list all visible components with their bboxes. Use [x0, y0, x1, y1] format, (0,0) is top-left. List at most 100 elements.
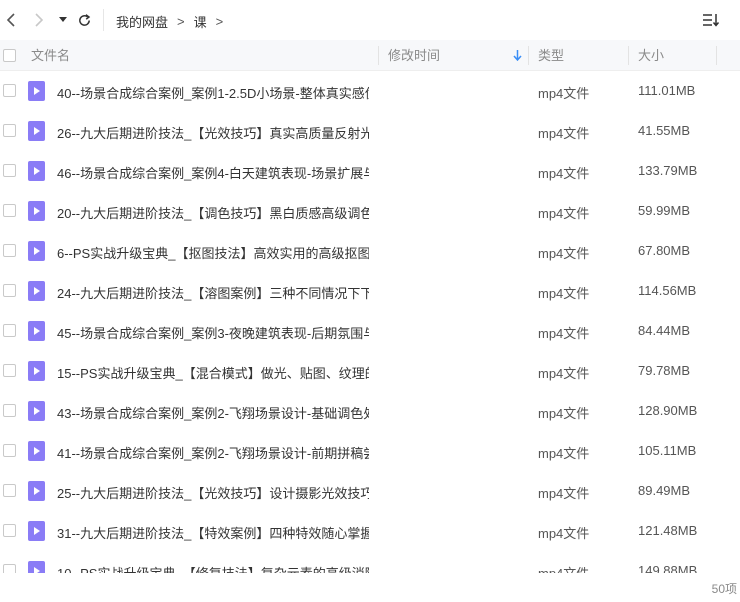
file-size: 67.80MB — [638, 243, 691, 258]
file-name[interactable]: 15--PS实战升级宝典_【混合模式】做光、贴图、纹理的... — [57, 363, 369, 382]
forward-button[interactable] — [30, 10, 48, 30]
row-checkbox[interactable] — [3, 404, 16, 417]
column-header: 文件名 修改时间 类型 大小 — [0, 40, 740, 71]
video-file-icon — [28, 241, 45, 261]
history-dropdown-button[interactable] — [56, 10, 70, 30]
sort-icon — [703, 14, 720, 27]
file-name[interactable]: 31--九大后期进阶技法_【特效案例】四种特效随心掌握_... — [57, 523, 369, 542]
row-checkbox[interactable] — [3, 124, 16, 137]
row-checkbox[interactable] — [3, 484, 16, 497]
file-row[interactable]: 46--场景合成综合案例_案例4-白天建筑表现-场景扩展与... mp4文件 1… — [0, 151, 740, 191]
file-name[interactable]: 20--九大后期进阶技法_【调色技巧】黑白质感高级调色_... — [57, 203, 369, 222]
file-name[interactable]: 46--场景合成综合案例_案例4-白天建筑表现-场景扩展与... — [57, 163, 369, 182]
breadcrumb-separator: > — [177, 14, 185, 29]
file-row[interactable]: 43--场景合成综合案例_案例2-飞翔场景设计-基础调色处... mp4文件 1… — [0, 391, 740, 431]
file-size: 133.79MB — [638, 163, 698, 178]
chevron-right-icon — [35, 13, 44, 27]
file-name[interactable]: 40--场景合成综合案例_案例1-2.5D小场景-整体真实感优... — [57, 83, 369, 102]
breadcrumb-item-current[interactable]: 课 — [194, 12, 207, 31]
file-type: mp4文件 — [538, 166, 590, 181]
file-type: mp4文件 — [538, 246, 590, 261]
row-checkbox[interactable] — [3, 364, 16, 377]
row-checkbox[interactable] — [3, 204, 16, 217]
video-file-icon — [28, 521, 45, 541]
file-type: mp4文件 — [538, 563, 589, 573]
video-file-icon — [28, 401, 45, 421]
file-type: mp4文件 — [538, 486, 590, 501]
file-size: 59.99MB — [638, 203, 691, 218]
file-row[interactable]: 10--PS实战升级宝典_【修复技法】复杂元素的高级消除... mp4文件 14… — [0, 551, 740, 573]
column-type[interactable]: 类型 — [538, 40, 564, 71]
row-checkbox[interactable] — [3, 564, 16, 573]
column-name[interactable]: 文件名 — [31, 40, 70, 71]
file-row[interactable]: 6--PS实战升级宝典_【抠图技法】高效实用的高级抠图_e... mp4文件 6… — [0, 231, 740, 271]
file-size: 111.01MB — [638, 83, 696, 98]
row-checkbox[interactable] — [3, 324, 16, 337]
file-type: mp4文件 — [538, 206, 590, 221]
chevron-left-icon — [6, 13, 15, 27]
file-list: 40--场景合成综合案例_案例1-2.5D小场景-整体真实感优... mp4文件… — [0, 71, 740, 573]
refresh-icon — [78, 13, 90, 26]
back-button[interactable] — [2, 10, 20, 30]
file-size: 105.11MB — [638, 443, 697, 458]
file-row[interactable]: 31--九大后期进阶技法_【特效案例】四种特效随心掌握_... mp4文件 12… — [0, 511, 740, 551]
breadcrumb: 我的网盘 > 课 > — [116, 12, 223, 31]
file-type: mp4文件 — [538, 446, 590, 461]
file-size: 79.78MB — [638, 363, 691, 378]
file-size: 89.49MB — [638, 483, 691, 498]
file-row[interactable]: 20--九大后期进阶技法_【调色技巧】黑白质感高级调色_... mp4文件 59… — [0, 191, 740, 231]
file-size: 149.88MB — [638, 563, 698, 573]
row-checkbox[interactable] — [3, 284, 16, 297]
file-size: 121.48MB — [638, 523, 698, 538]
row-checkbox[interactable] — [3, 84, 16, 97]
file-row[interactable]: 15--PS实战升级宝典_【混合模式】做光、贴图、纹理的... mp4文件 79… — [0, 351, 740, 391]
video-file-icon — [28, 441, 45, 461]
row-checkbox[interactable] — [3, 524, 16, 537]
video-file-icon — [28, 361, 45, 381]
toolbar-divider — [103, 9, 104, 31]
file-name[interactable]: 26--九大后期进阶技法_【光效技巧】真实高质量反射光... — [57, 123, 369, 142]
video-file-icon — [28, 481, 45, 501]
file-type: mp4文件 — [538, 326, 590, 341]
column-divider[interactable] — [528, 46, 529, 65]
column-divider[interactable] — [628, 46, 629, 65]
file-name[interactable]: 25--九大后期进阶技法_【光效技巧】设计摄影光效技巧... — [57, 483, 369, 502]
row-checkbox[interactable] — [3, 444, 16, 457]
row-checkbox[interactable] — [3, 164, 16, 177]
file-row[interactable]: 26--九大后期进阶技法_【光效技巧】真实高质量反射光... mp4文件 41.… — [0, 111, 740, 151]
column-modified[interactable]: 修改时间 — [388, 40, 440, 71]
file-row[interactable]: 25--九大后期进阶技法_【光效技巧】设计摄影光效技巧... mp4文件 89.… — [0, 471, 740, 511]
video-file-icon — [28, 201, 45, 221]
file-row[interactable]: 41--场景合成综合案例_案例2-飞翔场景设计-前期拼稿尝... mp4文件 1… — [0, 431, 740, 471]
file-name[interactable]: 6--PS实战升级宝典_【抠图技法】高效实用的高级抠图_e... — [57, 243, 369, 262]
file-row[interactable]: 40--场景合成综合案例_案例1-2.5D小场景-整体真实感优... mp4文件… — [0, 71, 740, 111]
video-file-icon — [28, 121, 45, 141]
row-checkbox[interactable] — [3, 244, 16, 257]
file-row[interactable]: 24--九大后期进阶技法_【溶图案例】三种不同情况下下... mp4文件 114… — [0, 271, 740, 311]
breadcrumb-item-root[interactable]: 我的网盘 — [116, 12, 168, 31]
column-divider[interactable] — [378, 46, 379, 65]
column-size[interactable]: 大小 — [638, 40, 664, 71]
file-type: mp4文件 — [538, 406, 590, 421]
sort-descending-arrow-icon — [513, 50, 522, 61]
sort-options-button[interactable] — [700, 10, 722, 30]
file-name[interactable]: 45--场景合成综合案例_案例3-夜晚建筑表现-后期氛围与... — [57, 323, 369, 342]
file-name[interactable]: 10--PS实战升级宝典_【修复技法】复杂元素的高级消除... — [57, 563, 369, 573]
column-divider[interactable] — [716, 46, 717, 65]
file-size: 41.55MB — [638, 123, 691, 138]
video-file-icon — [28, 321, 45, 341]
status-footer: 50项 — [0, 573, 740, 602]
toolbar: 我的网盘 > 课 > — [0, 0, 740, 40]
file-row[interactable]: 45--场景合成综合案例_案例3-夜晚建筑表现-后期氛围与... mp4文件 8… — [0, 311, 740, 351]
item-count: 50项 — [711, 582, 737, 596]
file-size: 128.90MB — [638, 403, 698, 418]
file-size: 84.44MB — [638, 323, 691, 338]
breadcrumb-separator: > — [215, 14, 224, 29]
refresh-button[interactable] — [74, 10, 94, 30]
file-type: mp4文件 — [538, 366, 590, 381]
file-name[interactable]: 24--九大后期进阶技法_【溶图案例】三种不同情况下下... — [57, 283, 369, 302]
file-name[interactable]: 43--场景合成综合案例_案例2-飞翔场景设计-基础调色处... — [57, 403, 369, 422]
file-name[interactable]: 41--场景合成综合案例_案例2-飞翔场景设计-前期拼稿尝... — [57, 443, 369, 462]
video-file-icon — [28, 81, 45, 101]
select-all-checkbox[interactable] — [3, 49, 16, 62]
